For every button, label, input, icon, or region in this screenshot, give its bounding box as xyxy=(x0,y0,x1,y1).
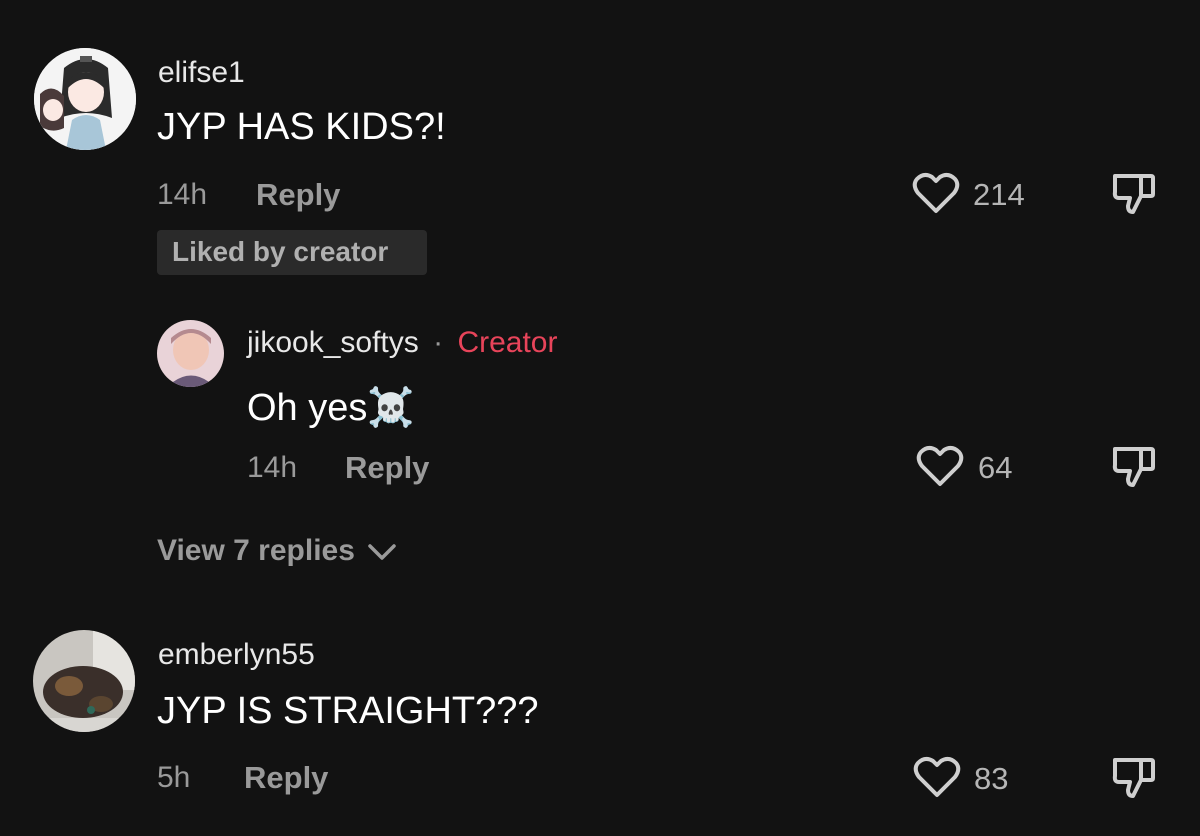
skull-crossbones-emoji: ☠️ xyxy=(367,387,415,429)
avatar[interactable] xyxy=(157,320,224,387)
comment-text: JYP IS STRAIGHT??? xyxy=(157,690,539,732)
avatar[interactable] xyxy=(34,48,136,150)
heart-outline-icon[interactable] xyxy=(912,171,960,215)
like-count: 64 xyxy=(978,450,1013,485)
heart-outline-icon[interactable] xyxy=(913,755,961,799)
reply-text: Oh yes xyxy=(247,387,368,429)
comment-timestamp: 5h xyxy=(157,761,191,794)
reply-button[interactable]: Reply xyxy=(244,760,328,796)
view-replies-label: View 7 replies xyxy=(157,534,355,567)
chevron-down-icon xyxy=(368,544,396,560)
heart-outline-icon[interactable] xyxy=(916,444,964,488)
like-count: 214 xyxy=(973,177,1025,212)
comment-username[interactable]: elifse1 xyxy=(158,56,245,90)
comment-username: jikook_softys · Creator xyxy=(247,326,557,360)
creator-label: Creator xyxy=(457,326,558,359)
comment-text: JYP HAS KIDS?! xyxy=(157,106,446,148)
thumbs-down-icon[interactable] xyxy=(1111,443,1157,489)
separator-dot: · xyxy=(433,326,444,359)
comment-timestamp: 14h xyxy=(157,178,208,211)
thumbs-down-icon[interactable] xyxy=(1111,170,1157,216)
liked-by-creator-badge: Liked by creator xyxy=(157,230,427,275)
view-replies-button[interactable]: View 7 replies xyxy=(157,534,397,568)
like-count: 83 xyxy=(974,761,1009,796)
reply-button[interactable]: Reply xyxy=(345,450,429,486)
comment-username[interactable]: emberlyn55 xyxy=(158,638,315,672)
thumbs-down-icon[interactable] xyxy=(1111,754,1157,800)
reply-button[interactable]: Reply xyxy=(256,177,340,213)
reply-username[interactable]: jikook_softys xyxy=(247,326,419,359)
comment-text: Oh yes☠️ xyxy=(247,386,415,430)
avatar[interactable] xyxy=(33,630,135,732)
comment-timestamp: 14h xyxy=(247,451,298,484)
badge-label: Liked by creator xyxy=(172,236,389,267)
